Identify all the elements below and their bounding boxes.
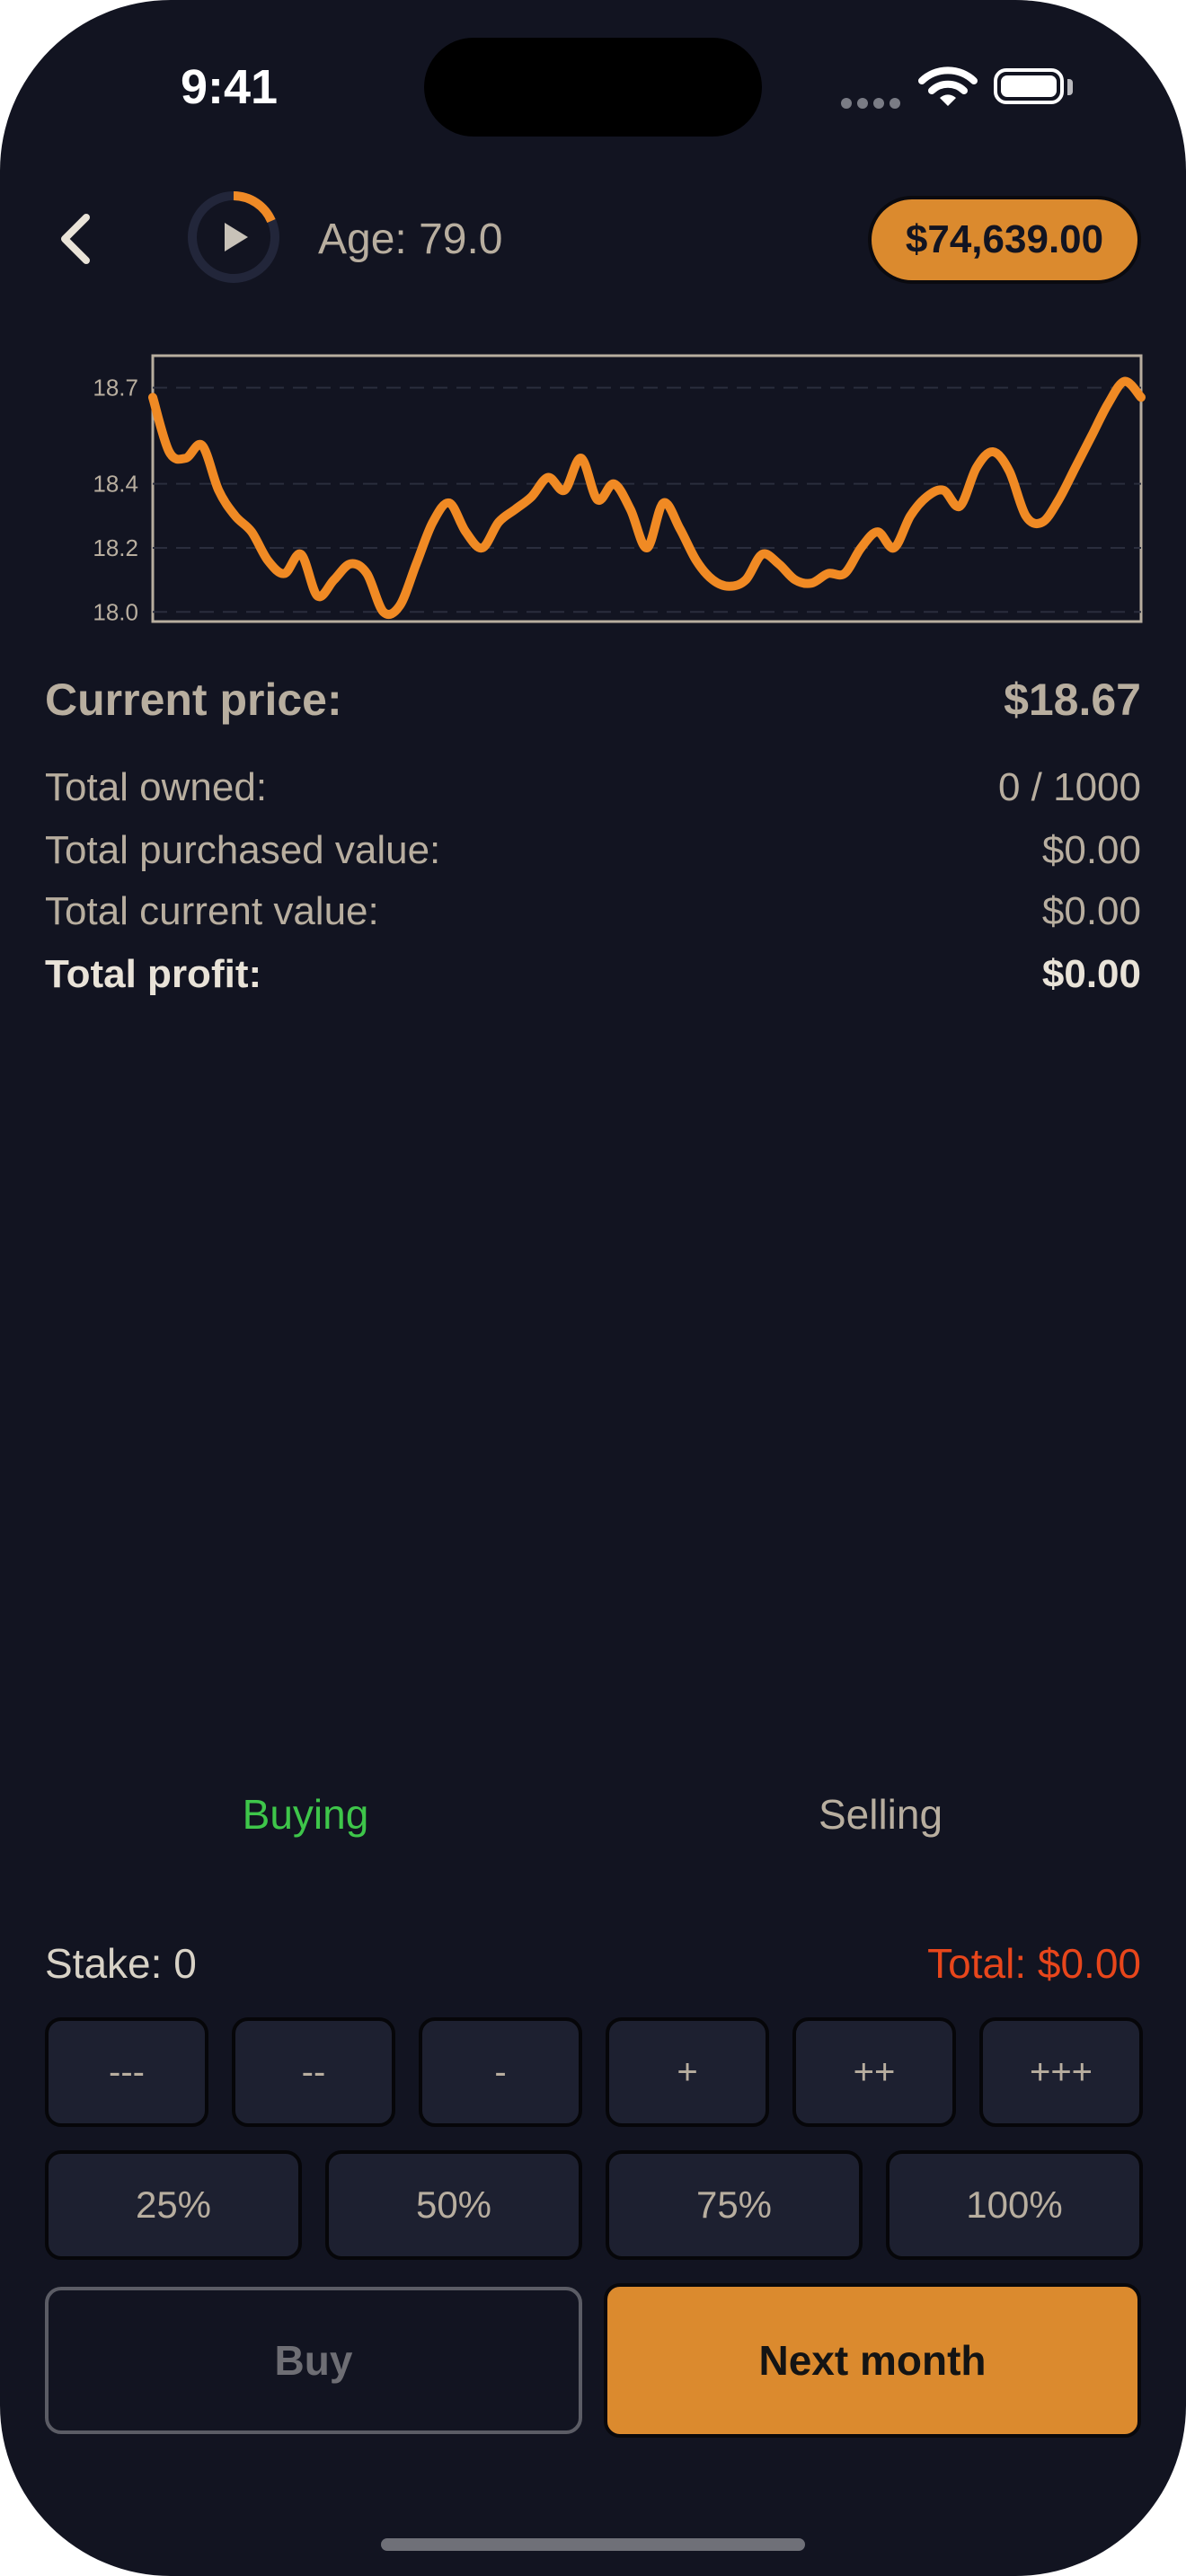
decrease-large-button[interactable]: --- — [45, 2017, 208, 2127]
battery-tip — [1067, 79, 1073, 95]
phone-screen: 9:41 Age: 79.0 $74,639.00 18.7 18.4 18.2 18… — [0, 0, 1186, 2576]
chart-y-tick-label: 18.2 — [93, 534, 138, 561]
buy-button[interactable]: Buy — [45, 2287, 582, 2434]
chart-y-tick-label: 18.0 — [93, 598, 138, 625]
tab-selling[interactable]: Selling — [755, 1787, 1006, 1841]
price-series-line — [148, 376, 1146, 619]
chart-y-tick-label: 18.7 — [93, 375, 138, 401]
back-chevron-icon[interactable] — [50, 210, 101, 268]
total-profit-value: $0.00 — [1041, 952, 1141, 996]
current-price-value: $18.67 — [1004, 675, 1141, 725]
play-progress-icon[interactable] — [185, 189, 282, 286]
status-time: 9:41 — [180, 60, 279, 114]
battery-icon — [994, 68, 1064, 104]
decrease-small-button[interactable]: - — [419, 2017, 582, 2127]
percent-75-button[interactable]: 75% — [606, 2150, 863, 2260]
decrease-medium-button[interactable]: -- — [232, 2017, 395, 2127]
dynamic-island — [424, 38, 762, 137]
increase-medium-button[interactable]: ++ — [792, 2017, 956, 2127]
total-owned-value: 0 / 1000 — [997, 765, 1141, 809]
percent-100-button[interactable]: 100% — [886, 2150, 1143, 2260]
balance-badge: $74,639.00 — [868, 196, 1141, 284]
increase-small-button[interactable]: + — [606, 2017, 769, 2127]
chart-y-tick-label: 18.4 — [93, 471, 138, 498]
total-owned-label: Total owned: — [45, 765, 268, 809]
price-chart: 18.7 18.4 18.2 18.0 — [93, 354, 1146, 625]
total-label: Total: $0.00 — [927, 1940, 1141, 1987]
tab-buying[interactable]: Buying — [180, 1787, 431, 1841]
chart-frame — [151, 354, 1143, 623]
increase-large-button[interactable]: +++ — [979, 2017, 1143, 2127]
wifi-icon — [918, 66, 978, 106]
next-month-button[interactable]: Next month — [604, 2283, 1141, 2438]
stake-label: Stake: 0 — [45, 1940, 197, 1987]
percent-25-button[interactable]: 25% — [45, 2150, 302, 2260]
total-profit-label: Total profit: — [45, 952, 262, 996]
total-current-value: $0.00 — [1041, 889, 1141, 933]
total-purchased-label: Total purchased value: — [45, 828, 441, 872]
cellular-signal-icon — [841, 95, 906, 112]
total-purchased-value: $0.00 — [1041, 828, 1141, 872]
percent-50-button[interactable]: 50% — [325, 2150, 582, 2260]
current-price-label: Current price: — [45, 675, 342, 725]
age-label: Age: 79.0 — [318, 216, 503, 263]
total-current-label: Total current value: — [45, 889, 379, 933]
home-indicator[interactable] — [381, 2538, 805, 2551]
